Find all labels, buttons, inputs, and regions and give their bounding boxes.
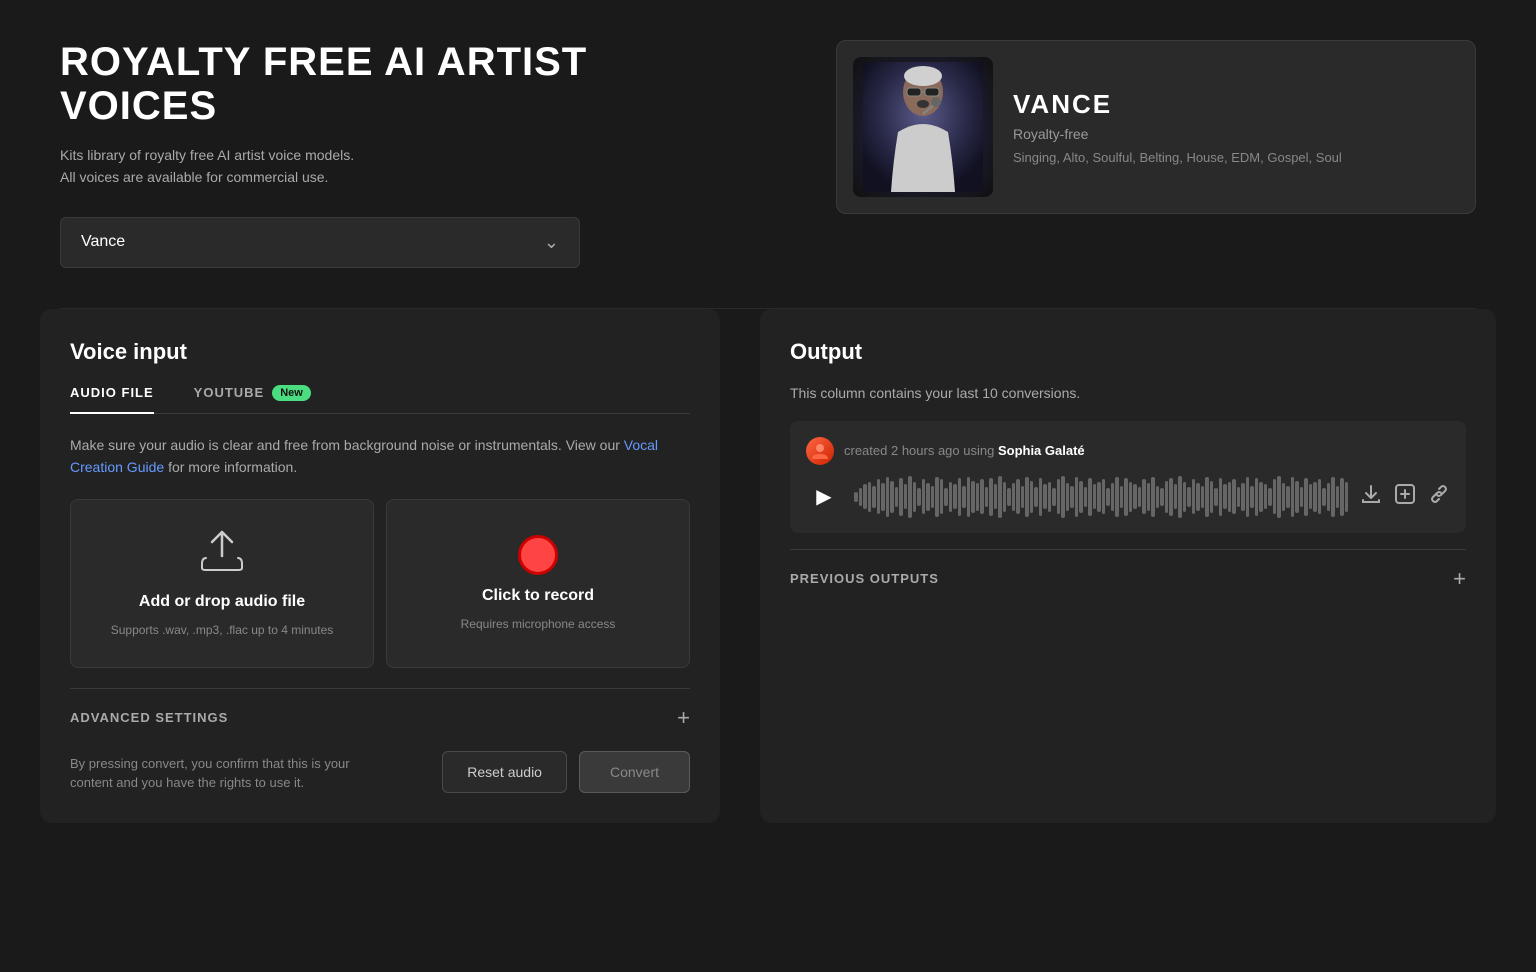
reset-audio-button[interactable]: Reset audio: [442, 751, 567, 793]
artist-license: Royalty-free: [1013, 126, 1459, 142]
waveform-row: ▶ (function() { const heights = [10,18,2…: [806, 477, 1450, 517]
input-tabs: AUDIO FILE YOUTUBE New: [70, 385, 690, 414]
upload-area: Add or drop audio file Supports .wav, .m…: [70, 499, 690, 668]
new-badge: New: [272, 385, 311, 401]
hero-left: ROYALTY FREE AI ARTIST VOICES Kits libra…: [60, 40, 700, 268]
add-to-playlist-button[interactable]: [1394, 483, 1416, 511]
expand-prev-outputs-icon: +: [1453, 566, 1466, 592]
output-item: created 2 hours ago using Sophia Galaté …: [790, 421, 1466, 533]
output-title: Output: [790, 339, 1466, 365]
artist-dropdown[interactable]: Vance ⌄: [60, 217, 580, 268]
convert-button[interactable]: Convert: [579, 751, 690, 793]
upload-subtitle: Supports .wav, .mp3, .flac up to 4 minut…: [111, 623, 334, 637]
output-panel: Output This column contains your last 10…: [760, 309, 1496, 823]
tab-audio-file[interactable]: AUDIO FILE: [70, 385, 154, 413]
footer-buttons: Reset audio Convert: [442, 751, 690, 793]
output-actions: [1360, 483, 1450, 511]
voice-input-panel: Voice input AUDIO FILE YOUTUBE New Make …: [40, 309, 720, 823]
top-section: ROYALTY FREE AI ARTIST VOICES Kits libra…: [0, 0, 1536, 308]
artist-portrait: [863, 62, 983, 192]
previous-outputs[interactable]: PREVIOUS OUTPUTS +: [790, 549, 1466, 592]
hero-subtitle: Kits library of royalty free AI artist v…: [60, 144, 700, 189]
artist-tags: Singing, Alto, Soulful, Belting, House, …: [1013, 150, 1459, 165]
artist-card: VANCE Royalty-free Singing, Alto, Soulfu…: [836, 40, 1476, 214]
footer-disclaimer: By pressing convert, you confirm that th…: [70, 754, 370, 793]
record-box[interactable]: Click to record Requires microphone acce…: [386, 499, 690, 668]
record-icon: [518, 535, 558, 575]
panels-wrapper: Voice input AUDIO FILE YOUTUBE New Make …: [0, 309, 1536, 823]
upload-title: Add or drop audio file: [139, 593, 305, 611]
record-title: Click to record: [482, 587, 594, 605]
upload-icon: [198, 530, 246, 581]
dropdown-value: Vance: [81, 233, 125, 251]
plus-icon: +: [677, 705, 690, 731]
voice-input-title: Voice input: [70, 339, 690, 365]
chevron-down-icon: ⌄: [544, 232, 559, 253]
advanced-settings-label: ADVANCED SETTINGS: [70, 710, 228, 725]
avatar: [806, 437, 834, 465]
copy-link-button[interactable]: [1428, 483, 1450, 511]
upload-file-box[interactable]: Add or drop audio file Supports .wav, .m…: [70, 499, 374, 668]
footer-actions: By pressing convert, you confirm that th…: [70, 751, 690, 793]
advanced-settings[interactable]: ADVANCED SETTINGS +: [70, 688, 690, 731]
artist-image: [853, 57, 993, 197]
download-button[interactable]: [1360, 483, 1382, 511]
record-subtitle: Requires microphone access: [461, 617, 616, 631]
tab-youtube[interactable]: YOUTUBE New: [194, 385, 311, 413]
voice-input-description: Make sure your audio is clear and free f…: [70, 434, 690, 479]
previous-outputs-label: PREVIOUS OUTPUTS: [790, 571, 939, 586]
play-button[interactable]: ▶: [806, 479, 842, 515]
output-meta: created 2 hours ago using Sophia Galaté: [806, 437, 1450, 465]
waveform: (function() { const heights = [10,18,25,…: [854, 477, 1348, 517]
artist-info: VANCE Royalty-free Singing, Alto, Soulfu…: [1013, 89, 1459, 165]
output-description: This column contains your last 10 conver…: [790, 385, 1466, 401]
output-meta-text: created 2 hours ago using Sophia Galaté: [844, 443, 1085, 458]
artist-name: VANCE: [1013, 89, 1459, 120]
page-title: ROYALTY FREE AI ARTIST VOICES: [60, 40, 700, 128]
